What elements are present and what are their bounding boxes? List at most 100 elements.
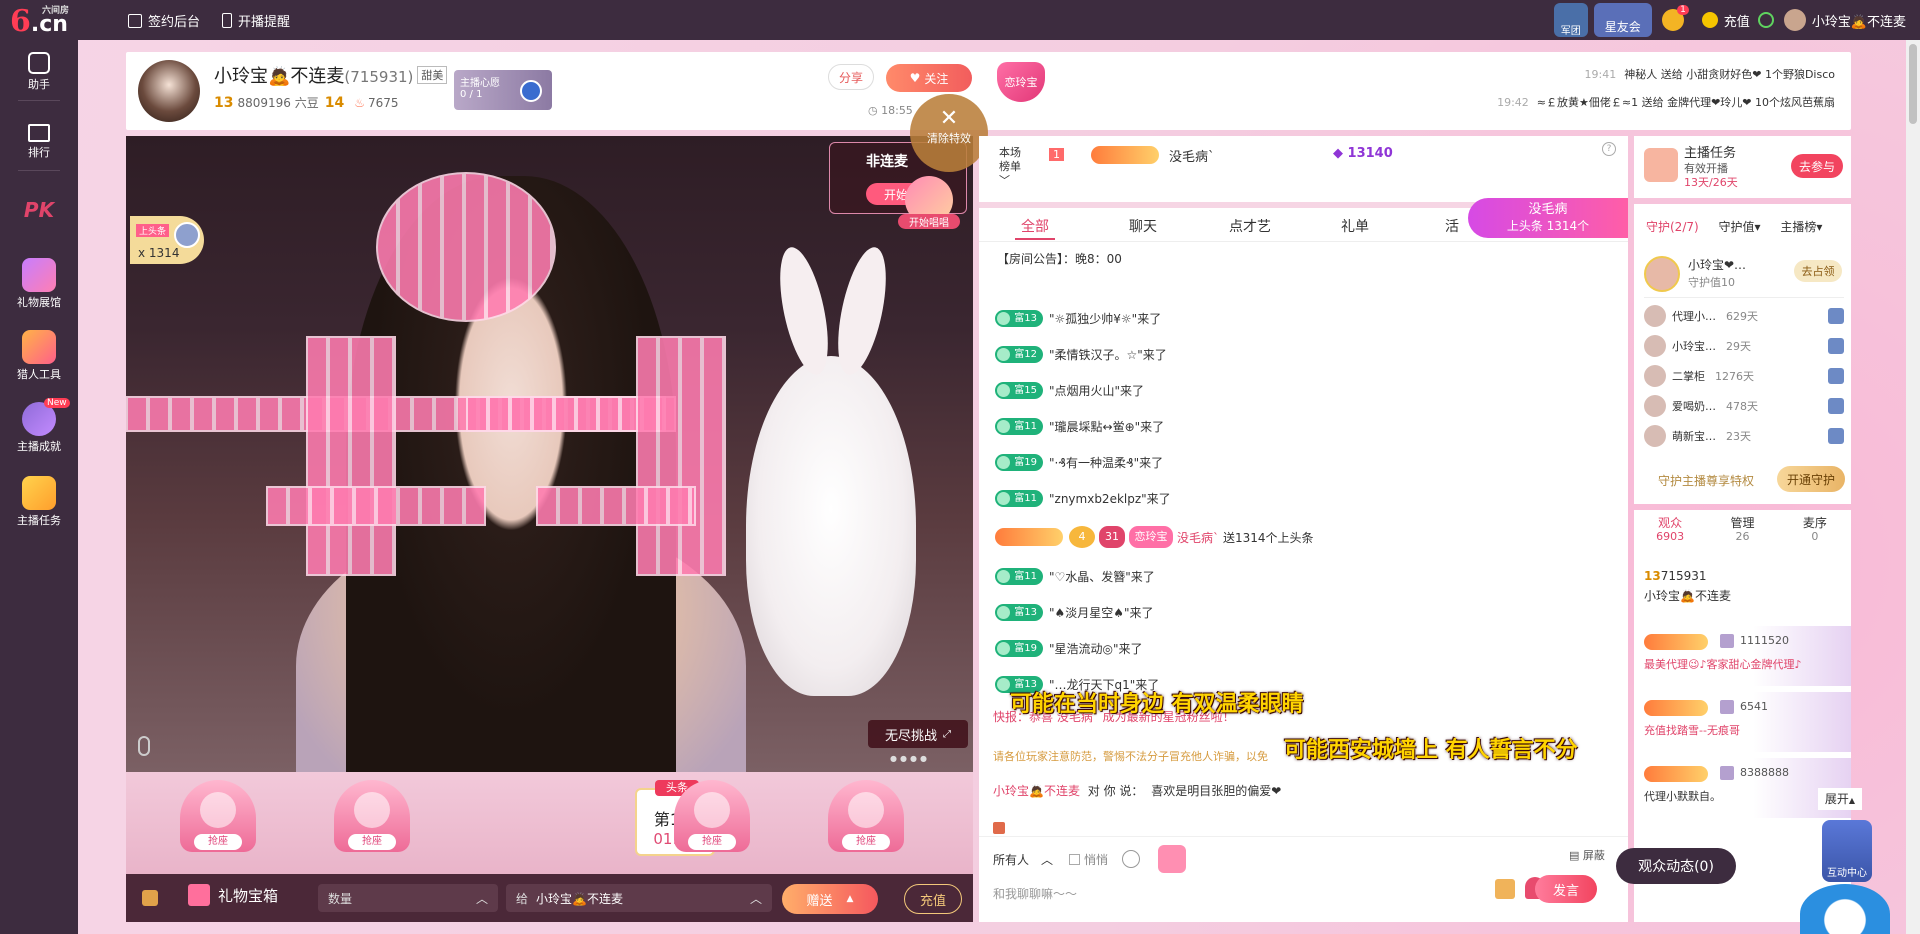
seat-2[interactable]: 抢座 [326,780,418,866]
chevron-up-icon[interactable]: ︿ [1041,851,1053,868]
send-gift-button[interactable]: 赠送 ▲ [782,884,878,914]
user-avatar[interactable] [1783,9,1806,31]
rail-ranking[interactable]: 排行 [0,124,78,160]
chat-panel: 本场 榜单 ﹀ 1 没毛病` ◆ 13140 ? 全部 聊天 点才艺 礼单 活 【房… [979,136,1628,922]
tab-guard-value[interactable]: 守护值▾ [1719,220,1761,234]
tool-icon [22,330,56,364]
seat-1[interactable]: 抢座 [172,780,264,866]
guardian-avatar[interactable] [1644,256,1680,292]
tab-activity[interactable]: 活 [1445,216,1459,236]
person-icon [200,792,236,828]
interaction-center-button[interactable]: 互动中心 [1822,820,1872,882]
rail-assistant[interactable]: 助手 [0,52,78,92]
seat-3[interactable]: 抢座 [666,780,758,866]
gift-effect-block [636,336,726,576]
viewer-row[interactable]: 6541 充值找踏雪--无痕哥 [1634,692,1851,752]
site-logo[interactable]: 6 .cn 六间房 [10,3,80,37]
rail-gift-gallery[interactable]: 礼物展馆 [0,258,78,310]
guardian-avatar [1644,305,1666,327]
rank-score: ◆ 13140 [1333,146,1393,161]
guardian-row[interactable]: 小玲宝… 29天 [1644,334,1844,358]
share-button[interactable]: 分享 [828,64,874,90]
page-scrollbar[interactable] [1906,40,1920,934]
send-chat-button[interactable]: 发言 [1535,875,1597,903]
clear-effects-button[interactable]: ✕ 清除特效 [910,94,988,172]
tab-guardians[interactable]: 守护(2/7) [1646,220,1699,234]
rail-hunter-tool[interactable]: 猎人工具 [0,330,78,382]
top-recharge-link[interactable]: 充值 [1724,11,1750,30]
expand-button[interactable]: 展开▲ [1818,788,1862,810]
notification-bell-icon[interactable]: 1 [1661,5,1689,31]
fan-badge[interactable]: 恋玲宝 [989,58,1053,110]
phone-icon [222,13,232,28]
occupy-button[interactable]: 去占领 [1794,260,1842,282]
session-ranking-row[interactable]: 本场 榜单 ﹀ 1 没毛病` ◆ 13140 ? [979,136,1628,198]
private-message: 小玲宝🙇不连麦 对 你 说： 喜欢是明目张胆的偏爱❤ [993,784,1282,798]
live-video[interactable]: 非连麦 开始 上头条 x 1314 无尽挑战 ⤢ ●●●● [126,136,973,772]
whisper-checkbox[interactable] [1069,853,1081,865]
block-toggle[interactable]: ▤ 屏蔽 [1569,847,1605,863]
tab-streamer-rank[interactable]: 主播榜▾ [1780,220,1822,234]
streamer-name: 小玲宝🙇不连麦(715931) 甜美 [214,62,448,88]
tab-gifts[interactable]: 礼单 [1341,216,1369,236]
gift-effect-block [536,486,696,526]
tab-mic-queue[interactable]: 麦序 0 [1779,516,1851,556]
chat-input[interactable]: 和我聊聊嘛～～ [993,885,1473,902]
rail-tasks[interactable]: 主播任务 [0,476,78,528]
chat-toggle-icon[interactable] [993,822,1005,834]
guardian-row[interactable]: 二掌柜 1276天 [1644,364,1844,388]
audience-feed-button[interactable]: 观众动态(0) [1616,848,1736,884]
self-viewer[interactable]: 13715931 小玲宝🙇不连麦 [1644,566,1731,606]
sign-backend-link[interactable]: 签约后台 [128,11,200,30]
caret-up-icon: ▲ [846,894,854,904]
user-menu[interactable]: 小玲宝🙇不连麦 [1812,11,1906,30]
rail-pk[interactable]: PK [0,198,78,222]
seat-4[interactable]: 抢座 [820,780,912,866]
tab-all[interactable]: 全部 [1021,216,1049,236]
gift-effect-heart [376,172,556,322]
shield-icon [1828,308,1844,324]
wish-gift-icon [520,80,542,102]
star-club-badge[interactable]: 星友会 [1593,3,1652,37]
start-sing-button[interactable]: 开始唱唱 [898,176,960,242]
recipient-select[interactable]: 所有人 [993,851,1029,868]
emoji-icon[interactable] [1122,850,1141,868]
gift-box-button[interactable]: 礼物宝箱 [188,884,278,906]
scrollbar-thumb[interactable] [1909,44,1917,124]
recharge-button[interactable]: 充值 [904,884,962,914]
guardian-row[interactable]: 代理小… 629天 [1644,304,1844,328]
guardian-row[interactable]: 爱喝奶… 478天 [1644,394,1844,418]
tab-admins[interactable]: 管理 26 [1706,516,1778,556]
top-guardian: 小玲宝❤… 守护值10 去占领 [1644,252,1844,298]
gift-recipient-select[interactable]: 给小玲宝🙇不连麦 ︿ [506,884,772,912]
join-task-button[interactable]: 去参与 [1791,154,1843,178]
viewer-row[interactable]: 1111520 最美代理😉♪客家甜心金牌代理♪ [1634,626,1851,686]
live-reminder-link[interactable]: 开播提醒 [222,11,290,30]
help-icon[interactable]: ? [1602,142,1616,156]
follow-button[interactable]: ♥ 关注 [886,64,972,92]
gift-quantity-input[interactable]: 数量 ︿ [318,884,498,912]
open-guardian-button[interactable]: 开通守护 [1777,466,1845,492]
endless-challenge-button[interactable]: 无尽挑战 ⤢ [868,720,968,748]
chat-message: 富19 "·₰有一种温柔₰"来了 [995,454,1163,471]
rail-achievements[interactable]: New 主播成就 [0,398,78,454]
tab-talent[interactable]: 点才艺 [1229,216,1271,236]
tab-audience[interactable]: 观众 6903 [1634,516,1706,556]
shield-icon [1828,428,1844,444]
tab-chat[interactable]: 聊天 [1129,216,1157,236]
wishing-bottle-icon[interactable] [1158,845,1187,873]
streamer-avatar[interactable] [138,60,200,122]
toutiao-banner[interactable]: 没毛病 上头条 1314个 [1468,198,1628,238]
close-icon: ✕ [939,106,959,131]
person-icon [694,792,730,828]
streamer-wish-box[interactable]: 主播心愿 0 / 1 [454,70,552,110]
legion-badge[interactable]: 军团 [1553,3,1588,37]
toutiao-card[interactable]: 上头条 x 1314 [130,216,204,264]
chat-message: 富11 "♡水晶、发簪"来了 [995,568,1155,585]
clipboard-icon [128,13,142,28]
lock-icon[interactable] [142,890,158,906]
mic-icon[interactable] [138,736,150,756]
firework-icon[interactable] [1495,879,1515,899]
gem-icon: ◆ [1333,146,1348,161]
guardian-row[interactable]: 萌新宝… 23天 [1644,424,1844,448]
